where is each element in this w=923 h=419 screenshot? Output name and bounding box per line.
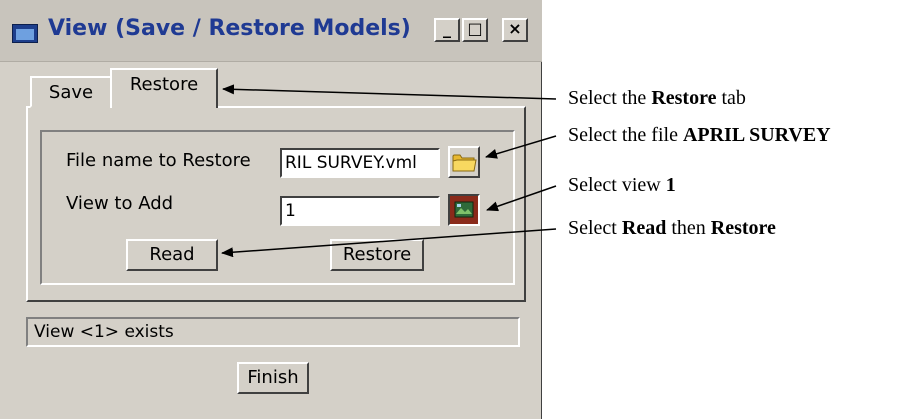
annotation-select-file: Select the file APRIL SURVEY xyxy=(568,124,831,146)
arrow-file-browse xyxy=(485,135,557,159)
arrow-view-pick xyxy=(486,185,557,212)
annotation-restore-tab: Select the Restore tab xyxy=(568,87,746,109)
arrow-read-restore xyxy=(221,228,557,258)
annotation-arrows xyxy=(221,84,557,258)
annotation-select-view: Select view 1 xyxy=(568,174,676,196)
annotation-read-restore: Select Read then Restore xyxy=(568,217,776,239)
arrow-restore-tab xyxy=(222,84,557,100)
